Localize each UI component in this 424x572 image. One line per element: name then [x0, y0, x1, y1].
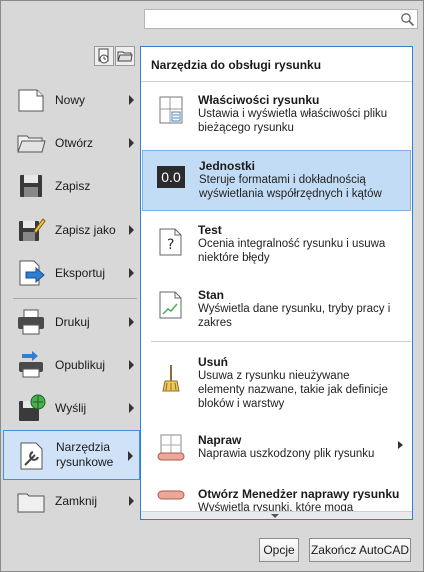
close-folder-icon [17, 493, 45, 513]
submenu-arrow-icon [129, 95, 134, 105]
search-input[interactable] [145, 10, 395, 28]
tool-description: Wyświetla dane rysunku, tryby pracy i za… [198, 303, 391, 329]
menu-separator [13, 298, 137, 299]
submenu-arrow-icon [129, 268, 134, 278]
menu-item-label: Otwórz [55, 135, 94, 150]
menu-item-drawing-utilities[interactable]: Narzędzia rysunkowe [3, 430, 140, 480]
send-icon [19, 394, 46, 421]
tool-drawing-recovery-manager[interactable]: Otwórz Menedżer naprawy rysunku Wyświetl… [142, 479, 411, 519]
tool-description: Usuwa z rysunku nieużywane elementy nazw… [198, 370, 388, 410]
menu-item-label: Drukuj [55, 314, 90, 329]
recent-documents-button[interactable] [94, 46, 114, 66]
tool-purge[interactable]: Usuń Usuwa z rysunku nieużywane elementy… [142, 349, 411, 421]
menu-item-close[interactable]: Zamknij [3, 480, 140, 522]
panel-title: Narzędzia do obsługi rysunku [151, 58, 322, 72]
tool-audit[interactable]: ? Test Ocenia integralność rysunku i usu… [142, 217, 411, 272]
tool-description: Steruje formatami i dokładnością wyświet… [199, 174, 382, 200]
submenu-arrow-icon [129, 225, 134, 235]
submenu-arrow-icon [128, 451, 133, 461]
menu-item-save-as[interactable]: Zapisz jako [3, 209, 140, 251]
menu-item-export[interactable]: Eksportuj [3, 252, 140, 294]
publish-icon [19, 351, 43, 378]
tool-title: Usuń [198, 355, 228, 369]
recover-icon [157, 434, 185, 461]
submenu-arrow-icon [398, 441, 403, 449]
menu-item-label: Zamknij [55, 493, 98, 508]
menu-item-label: Eksportuj [55, 265, 106, 280]
tool-description: Naprawia uszkodzony plik rysunku [198, 448, 375, 460]
menu-item-print[interactable]: Drukuj [3, 301, 140, 343]
chevron-down-icon [271, 514, 279, 518]
save-as-icon [19, 218, 46, 241]
tool-title: Otwórz Menedżer naprawy rysunku [198, 487, 400, 501]
application-menu: Nowy Otwórz Zapisz Zapisz jako Eksportuj… [0, 0, 424, 572]
exit-autocad-button[interactable]: Zakończ AutoCAD [309, 538, 411, 562]
panel-divider [141, 81, 412, 82]
panel-separator [151, 341, 411, 342]
menu-item-label: Opublikuj [55, 357, 106, 372]
open-documents-icon [117, 51, 133, 62]
drawing-utilities-icon [20, 442, 43, 470]
scroll-down-button[interactable] [141, 511, 412, 519]
drawing-utilities-panel: Narzędzia do obsługi rysunku Właściwości… [140, 46, 413, 520]
tool-title: Test [198, 223, 222, 237]
open-folder-icon [17, 135, 46, 153]
tool-drawing-properties[interactable]: Właściwości rysunku Ustawia i wyświetla … [142, 87, 411, 147]
tool-units[interactable]: 0.0 Jednostki Steruje formatami i dokład… [142, 150, 411, 211]
menu-item-label: Zapisz jako [55, 222, 116, 237]
tool-description: Ocenia integralność rysunku i usuwa niek… [198, 238, 386, 264]
tool-title: Napraw [198, 433, 242, 447]
menu-item-label: Narzędzia rysunkowe [56, 440, 114, 469]
options-button[interactable]: Opcje [259, 538, 299, 562]
menu-item-send[interactable]: Wyślij [3, 387, 140, 429]
tool-status[interactable]: Stan Wyświetla dane rysunku, tryby pracy… [142, 282, 411, 337]
recent-documents-icon [98, 48, 109, 64]
search-box[interactable] [144, 9, 418, 29]
submenu-arrow-icon [129, 360, 134, 370]
submenu-arrow-icon [129, 138, 134, 148]
tool-recover[interactable]: Napraw Naprawia uszkodzony plik rysunku [142, 427, 411, 477]
drawing-properties-icon [159, 96, 183, 124]
menu-item-publish[interactable]: Opublikuj [3, 344, 140, 386]
menu-item-save[interactable]: Zapisz [3, 165, 140, 207]
audit-icon-glyph: ? [167, 237, 174, 253]
menu-item-new[interactable]: Nowy [3, 79, 140, 121]
menu-item-label: Nowy [55, 92, 86, 107]
submenu-arrow-icon [129, 403, 134, 413]
tool-description: Ustawia i wyświetla właściwości pliku bi… [198, 108, 388, 134]
search-icon[interactable] [400, 12, 415, 27]
purge-icon [162, 365, 180, 392]
open-documents-button[interactable] [115, 46, 135, 66]
tool-title: Jednostki [199, 159, 256, 173]
submenu-arrow-icon [129, 496, 134, 506]
new-document-icon [18, 89, 44, 112]
tool-title: Stan [198, 288, 225, 302]
submenu-arrow-icon [129, 317, 134, 327]
export-icon [19, 260, 45, 286]
menu-item-label: Wyślij [55, 400, 87, 415]
units-icon: 0.0 [157, 166, 185, 188]
audit-icon: ? [159, 228, 182, 256]
menu-item-label: Zapisz [55, 178, 91, 193]
status-icon [159, 291, 182, 319]
save-icon [20, 175, 42, 197]
print-icon [18, 309, 44, 335]
menu-item-open[interactable]: Otwórz [3, 122, 140, 164]
tool-title: Właściwości rysunku [198, 93, 320, 107]
